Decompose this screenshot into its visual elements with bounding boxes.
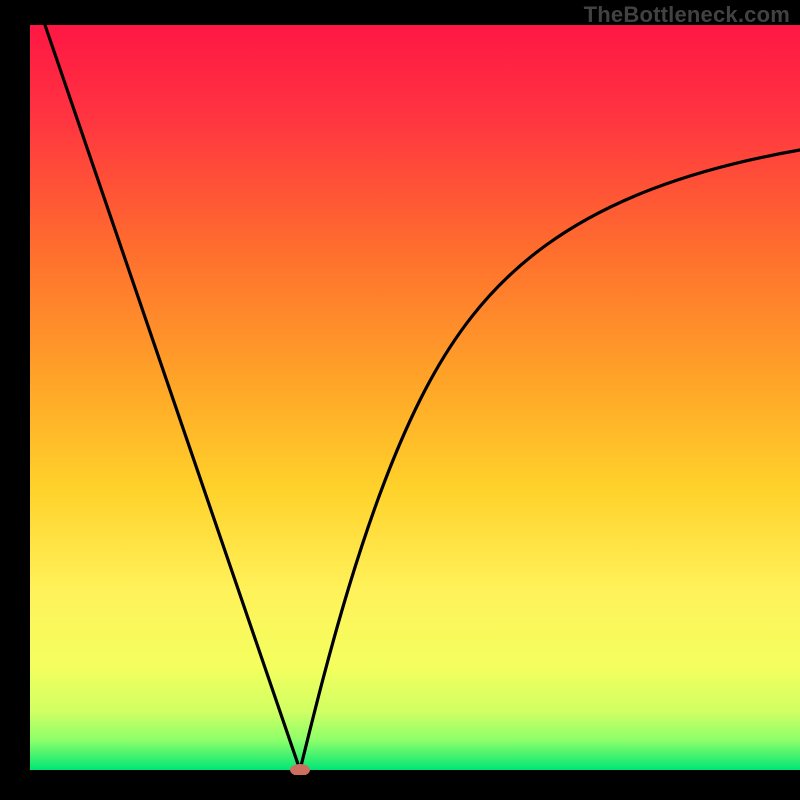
chart-container: TheBottleneck.com [0,0,800,800]
plot-area [30,25,800,770]
minimum-marker [290,764,310,776]
axis-bottom [0,775,800,800]
axis-left [0,0,30,800]
watermark-text: TheBottleneck.com [584,2,790,28]
chart-svg [0,0,800,800]
